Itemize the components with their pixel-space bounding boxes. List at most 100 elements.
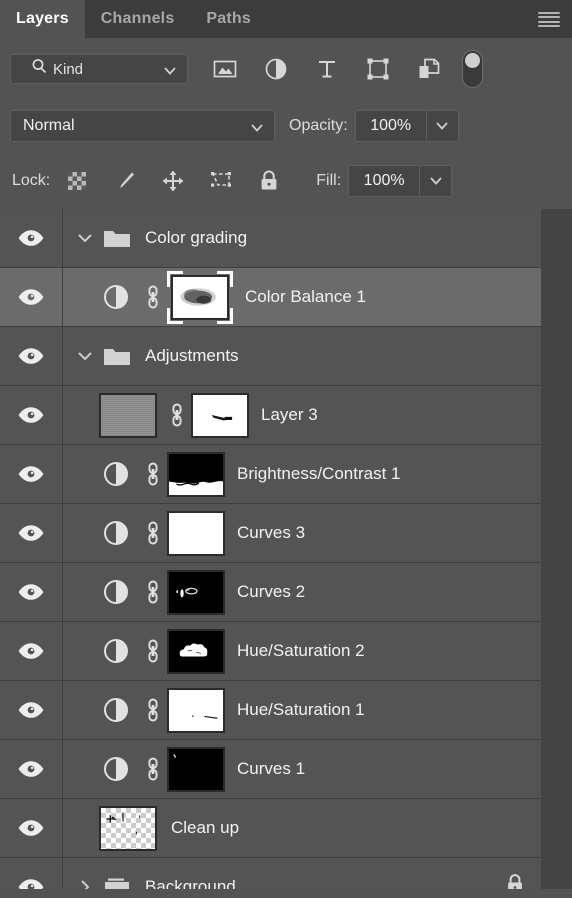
layer-visibility-toggle[interactable] [0, 445, 63, 503]
group-expand-chevron[interactable] [71, 878, 99, 889]
layer-row-body[interactable]: Clean up [63, 799, 541, 857]
layer-mask-thumbnail[interactable] [167, 687, 225, 733]
layer-mask-link-icon[interactable] [139, 695, 167, 725]
adjustment-layer-icon[interactable] [99, 460, 133, 488]
layer-row-layer-3[interactable]: Layer 3 [0, 386, 541, 445]
lock-image-pixels-icon[interactable] [112, 168, 138, 194]
layer-row-body[interactable]: Hue/Saturation 2 [63, 622, 541, 680]
layer-row-body[interactable]: Adjustments [63, 327, 541, 385]
layer-mask-link-icon[interactable] [139, 636, 167, 666]
layer-name: Adjustments [145, 346, 239, 365]
layer-row-body[interactable]: Curves 1 [63, 740, 541, 798]
layer-visibility-toggle[interactable] [0, 622, 63, 680]
layer-thumbnail[interactable] [99, 392, 157, 438]
eye-icon [18, 348, 44, 364]
opacity-input[interactable]: 100% [354, 110, 427, 142]
layer-mask-thumbnail[interactable] [167, 569, 225, 615]
layer-name: Curves 2 [237, 582, 306, 601]
adjustment-layer-icon[interactable] [99, 696, 133, 724]
layer-row-curves-3[interactable]: Curves 3 [0, 504, 541, 563]
blend-mode-dropdown[interactable]: Normal [10, 110, 275, 142]
layer-row-hue-saturation-2[interactable]: Hue/Saturation 2 [0, 622, 541, 681]
fill-input[interactable]: 100% [348, 164, 421, 197]
layer-visibility-toggle[interactable] [0, 268, 63, 326]
tab-layers[interactable]: Layers [0, 0, 85, 38]
layer-name: Color Balance 1 [245, 287, 366, 306]
layer-row-clean-up[interactable]: Clean up [0, 799, 541, 858]
lock-artboard-nesting-icon[interactable] [208, 168, 234, 194]
layer-mask-link-icon[interactable] [139, 577, 167, 607]
layer-row-curves-2[interactable]: Curves 2 [0, 563, 541, 622]
filter-enable-toggle[interactable] [462, 50, 483, 88]
type-layers-filter-icon[interactable] [314, 56, 340, 82]
layer-visibility-toggle[interactable] [0, 504, 63, 562]
layer-mask-link-icon[interactable] [139, 459, 167, 489]
folder-open-icon [99, 226, 135, 250]
opacity-stepper[interactable] [426, 110, 459, 142]
layer-row-body[interactable]: Color grading [63, 209, 541, 267]
hamburger-menu-icon[interactable] [538, 12, 560, 27]
layer-visibility-toggle[interactable] [0, 209, 63, 267]
layer-row-body[interactable]: Background [63, 858, 541, 889]
lock-icons-group [64, 168, 282, 194]
layer-row-body[interactable]: Curves 2 [63, 563, 541, 621]
layer-row-hue-saturation-1[interactable]: Hue/Saturation 1 [0, 681, 541, 740]
lock-transparent-pixels-icon[interactable] [64, 168, 90, 194]
layer-row-brightness-contrast-1[interactable]: Brightness/Contrast 1 [0, 445, 541, 504]
layers-panel: Layers Channels Paths Kind Normal Opacit… [0, 0, 572, 898]
layer-row-body[interactable]: Layer 3 [63, 386, 541, 444]
eye-icon [18, 289, 44, 305]
layer-visibility-toggle[interactable] [0, 327, 63, 385]
layer-mask-thumbnail[interactable] [167, 628, 225, 674]
folder-closed-icon [99, 875, 135, 889]
group-expand-chevron[interactable] [71, 349, 99, 363]
adjustment-layer-icon[interactable] [99, 637, 133, 665]
shape-layers-filter-icon[interactable] [365, 56, 391, 82]
eye-icon [18, 761, 44, 777]
layer-mask-thumbnail[interactable] [191, 392, 249, 438]
layer-visibility-toggle[interactable] [0, 740, 63, 798]
tab-channels[interactable]: Channels [84, 0, 191, 38]
layer-row-background[interactable]: Background [0, 858, 541, 889]
layer-row-body[interactable]: Brightness/Contrast 1 [63, 445, 541, 503]
lock-position-icon[interactable] [160, 168, 186, 194]
adjustment-layer-icon[interactable] [99, 578, 133, 606]
layer-visibility-toggle[interactable] [0, 386, 63, 444]
layer-mask-link-icon[interactable] [163, 400, 191, 430]
fill-label: Fill: [316, 171, 342, 189]
layer-mask-link-icon[interactable] [139, 282, 167, 312]
layer-locked-icon[interactable] [505, 873, 525, 889]
pixel-layers-filter-icon[interactable] [212, 56, 238, 82]
layer-visibility-toggle[interactable] [0, 858, 63, 889]
tab-paths[interactable]: Paths [190, 0, 267, 38]
layer-mask-link-icon[interactable] [139, 754, 167, 784]
eye-icon [18, 879, 44, 889]
smart-object-filter-icon[interactable] [416, 56, 442, 82]
adjustment-layers-filter-icon[interactable] [263, 56, 289, 82]
layer-visibility-toggle[interactable] [0, 681, 63, 739]
adjustment-layer-icon[interactable] [99, 755, 133, 783]
lock-all-icon[interactable] [256, 168, 282, 194]
fill-stepper[interactable] [420, 164, 453, 197]
layer-row-body[interactable]: Color Balance 1 [63, 268, 541, 326]
layer-row-curves-1[interactable]: Curves 1 [0, 740, 541, 799]
panel-bottom-strip [0, 889, 572, 898]
layer-visibility-toggle[interactable] [0, 563, 63, 621]
layer-row-body[interactable]: Hue/Saturation 1 [63, 681, 541, 739]
layer-row-adjustments[interactable]: Adjustments [0, 327, 541, 386]
layer-mask-link-icon[interactable] [139, 518, 167, 548]
layer-mask-thumbnail-selected[interactable] [167, 270, 233, 324]
adjustment-layer-icon[interactable] [99, 283, 133, 311]
layer-mask-thumbnail[interactable] [167, 510, 225, 556]
adjustment-layer-icon[interactable] [99, 519, 133, 547]
layer-row-color-balance-1[interactable]: Color Balance 1 [0, 268, 541, 327]
panel-tab-bar: Layers Channels Paths [0, 0, 572, 38]
group-expand-chevron[interactable] [71, 231, 99, 245]
layer-row-body[interactable]: Curves 3 [63, 504, 541, 562]
layer-thumbnail[interactable] [99, 805, 157, 851]
layer-row-color-grading[interactable]: Color grading [0, 209, 541, 268]
layer-mask-thumbnail[interactable] [167, 451, 225, 497]
layer-visibility-toggle[interactable] [0, 799, 63, 857]
layer-mask-thumbnail[interactable] [167, 746, 225, 792]
filter-kind-dropdown[interactable]: Kind [10, 54, 188, 84]
